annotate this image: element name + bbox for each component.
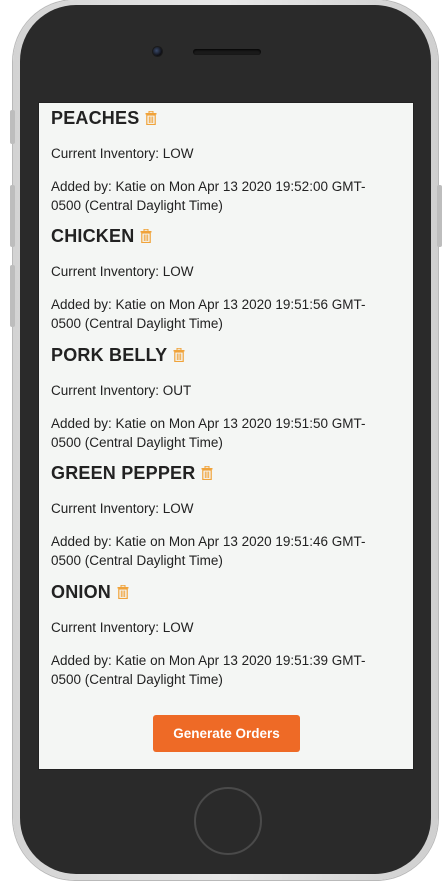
added-line-2: 0500 (Central Daylight Time) (51, 198, 223, 213)
added-line-1: Added by: Katie on Mon Apr 13 2020 19:51… (51, 297, 366, 312)
home-button[interactable] (194, 787, 262, 855)
generate-orders-button[interactable]: Generate Orders (153, 715, 300, 752)
inventory-status: Current Inventory: LOW (51, 264, 194, 279)
volume-down-button (10, 265, 15, 327)
item-name: ONION (51, 581, 112, 602)
front-camera (153, 47, 162, 56)
added-info: Added by: Katie on Mon Apr 13 2020 19:51… (51, 295, 391, 333)
mute-switch (10, 110, 15, 144)
inventory-status: Current Inventory: OUT (51, 383, 192, 398)
added-line-1: Added by: Katie on Mon Apr 13 2020 19:51… (51, 534, 366, 549)
added-line-1: Added by: Katie on Mon Apr 13 2020 19:52… (51, 179, 366, 194)
item-name: GREEN PEPPER (51, 462, 196, 483)
added-info: Added by: Katie on Mon Apr 13 2020 19:52… (51, 177, 391, 215)
inventory-status: Current Inventory: LOW (51, 501, 194, 516)
added-line-2: 0500 (Central Daylight Time) (51, 672, 223, 687)
added-info: Added by: Katie on Mon Apr 13 2020 19:51… (51, 414, 391, 452)
trash-icon[interactable] (140, 227, 152, 248)
item-name: PEACHES (51, 107, 140, 128)
item-name: PORK BELLY (51, 344, 168, 365)
added-line-2: 0500 (Central Daylight Time) (51, 435, 223, 450)
added-info: Added by: Katie on Mon Apr 13 2020 19:51… (51, 651, 391, 689)
item-name: CHICKEN (51, 225, 135, 246)
trash-icon[interactable] (117, 583, 129, 604)
volume-up-button (10, 185, 15, 247)
trash-icon[interactable] (201, 464, 213, 485)
added-line-2: 0500 (Central Daylight Time) (51, 316, 223, 331)
added-info: Added by: Katie on Mon Apr 13 2020 19:51… (51, 532, 391, 570)
trash-icon[interactable] (173, 346, 185, 367)
trash-icon[interactable] (145, 109, 157, 130)
earpiece-speaker (193, 49, 261, 55)
added-line-1: Added by: Katie on Mon Apr 13 2020 19:51… (51, 416, 366, 431)
added-line-1: Added by: Katie on Mon Apr 13 2020 19:51… (51, 653, 366, 668)
app-screen: PEACHES Current Inventory: LOW Added by:… (38, 102, 414, 770)
power-button (437, 185, 442, 247)
inventory-status: Current Inventory: LOW (51, 620, 194, 635)
added-line-2: 0500 (Central Daylight Time) (51, 553, 223, 568)
inventory-status: Current Inventory: LOW (51, 146, 194, 161)
